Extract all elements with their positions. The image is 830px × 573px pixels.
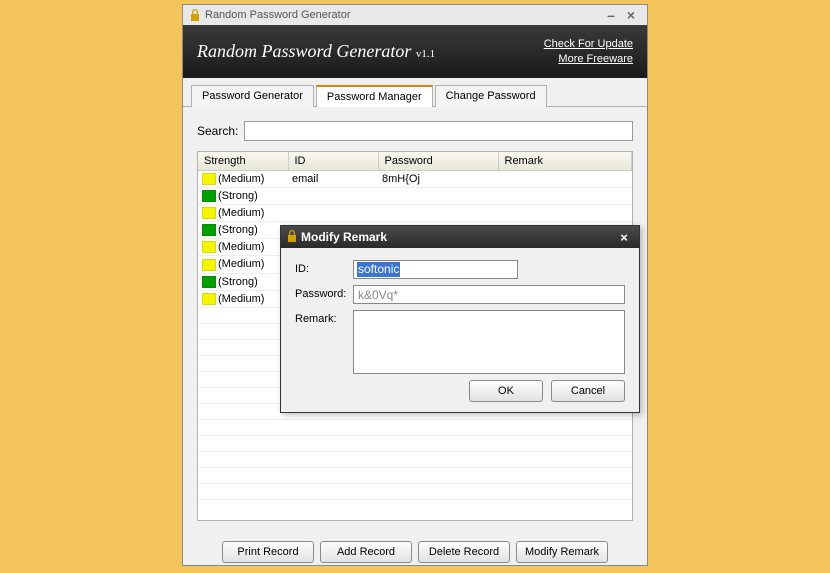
strength-swatch <box>202 293 216 305</box>
strength-swatch <box>202 241 216 253</box>
cell-remark <box>498 171 632 188</box>
lock-icon <box>287 230 297 245</box>
minimize-button[interactable]: – <box>601 7 621 23</box>
lock-icon <box>189 9 201 21</box>
col-strength[interactable]: Strength <box>198 152 288 171</box>
cell-id: email <box>288 171 378 188</box>
dialog-close-button[interactable]: × <box>615 229 633 245</box>
tab-change-password[interactable]: Change Password <box>435 85 547 107</box>
cell-id <box>288 188 378 205</box>
footer-buttons: Print Record Add Record Delete Record Mo… <box>183 531 647 573</box>
strength-swatch <box>202 276 216 288</box>
print-record-button[interactable]: Print Record <box>222 541 314 563</box>
strength-text: (Strong) <box>218 276 258 288</box>
dialog-password-input <box>353 285 625 304</box>
table-row[interactable]: (Medium) email8mH{Oj <box>198 171 632 188</box>
strength-text: (Medium) <box>218 173 264 185</box>
strength-text: (Strong) <box>218 224 258 236</box>
modify-remark-dialog: Modify Remark × ID: softonic Password: R… <box>280 225 640 413</box>
search-input[interactable] <box>244 121 633 141</box>
dialog-title: Modify Remark <box>301 230 615 244</box>
titlebar[interactable]: Random Password Generator – × <box>183 5 647 25</box>
strength-text: (Medium) <box>218 258 264 270</box>
strength-swatch <box>202 224 216 236</box>
cell-password: 8mH{Oj <box>378 171 498 188</box>
tabstrip: Password Generator Password Manager Chan… <box>183 78 647 107</box>
dialog-id-selection: softonic <box>357 262 400 277</box>
table-row[interactable] <box>198 435 632 451</box>
modify-remark-button[interactable]: Modify Remark <box>516 541 608 563</box>
table-row[interactable] <box>198 483 632 499</box>
dialog-titlebar[interactable]: Modify Remark × <box>281 226 639 248</box>
strength-text: (Medium) <box>218 241 264 253</box>
dialog-id-label: ID: <box>295 260 353 275</box>
cell-password <box>378 205 498 222</box>
strength-text: (Strong) <box>218 190 258 202</box>
app-header: Random Password Generator v1.1 Check For… <box>183 25 647 78</box>
strength-text: (Medium) <box>218 293 264 305</box>
strength-swatch <box>202 190 216 202</box>
table-row[interactable]: (Medium) <box>198 205 632 222</box>
table-row[interactable]: (Strong) <box>198 188 632 205</box>
cell-remark <box>498 205 632 222</box>
link-more-freeware[interactable]: More Freeware <box>544 52 633 67</box>
app-version: v1.1 <box>416 48 435 60</box>
table-row[interactable] <box>198 419 632 435</box>
add-record-button[interactable]: Add Record <box>320 541 412 563</box>
dialog-cancel-button[interactable]: Cancel <box>551 380 625 402</box>
col-id[interactable]: ID <box>288 152 378 171</box>
table-row[interactable] <box>198 467 632 483</box>
dialog-remark-input[interactable] <box>353 310 625 374</box>
strength-swatch <box>202 173 216 185</box>
strength-swatch <box>202 207 216 219</box>
window-title: Random Password Generator <box>205 9 601 21</box>
close-button[interactable]: × <box>621 7 641 23</box>
tab-password-manager[interactable]: Password Manager <box>316 85 433 107</box>
cell-remark <box>498 188 632 205</box>
tab-password-generator[interactable]: Password Generator <box>191 85 314 107</box>
cell-password <box>378 188 498 205</box>
col-remark[interactable]: Remark <box>498 152 632 171</box>
link-check-update[interactable]: Check For Update <box>544 37 633 52</box>
table-row[interactable] <box>198 451 632 467</box>
delete-record-button[interactable]: Delete Record <box>418 541 510 563</box>
cell-id <box>288 205 378 222</box>
dialog-ok-button[interactable]: OK <box>469 380 543 402</box>
dialog-password-label: Password: <box>295 285 353 300</box>
strength-text: (Medium) <box>218 207 264 219</box>
app-title: Random Password Generator v1.1 <box>197 41 544 62</box>
app-title-text: Random Password Generator <box>197 41 411 61</box>
dialog-remark-label: Remark: <box>295 310 353 325</box>
col-password[interactable]: Password <box>378 152 498 171</box>
search-label: Search: <box>197 124 238 138</box>
strength-swatch <box>202 259 216 271</box>
